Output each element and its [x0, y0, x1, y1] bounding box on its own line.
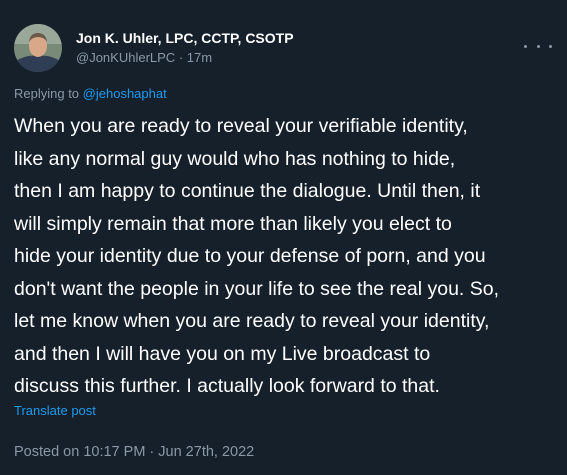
replying-to-label: Replying to: [14, 86, 80, 101]
posted-timestamp: Posted on 10:17 PM · Jun 27th, 2022: [14, 444, 255, 460]
reply-mention-link[interactable]: @jehoshaphat: [83, 86, 167, 101]
tweet-text-line: then I am happy to continue the dialogue…: [14, 180, 481, 202]
tweet-card: Jon K. Uhler, LPC, CCTP, CSOTP @JonKUhle…: [0, 0, 567, 475]
avatar[interactable]: [14, 24, 62, 72]
meta-separator: ·: [178, 50, 184, 65]
tweet-text-line: like any normal guy would who has nothin…: [14, 147, 456, 170]
more-options-button[interactable]: [524, 36, 552, 56]
tweet-text-line: let me know when you are ready to reveal…: [14, 310, 490, 332]
tweet-text-line: hide your identity due to your defense o…: [14, 245, 486, 267]
more-horizontal-icon-dot-2: [536, 44, 540, 48]
avatar-photo: [14, 24, 62, 72]
translate-post-link[interactable]: Translate post: [14, 403, 96, 418]
tweet-text-line: will simply remain that more than likely…: [14, 212, 452, 235]
author-meta: @JonKUhlerLPC · 17m: [76, 50, 212, 65]
more-horizontal-icon-dot-3: [549, 44, 552, 48]
author-handle[interactable]: @JonKUhlerLPC: [76, 50, 175, 65]
tweet-text: When you are ready to reveal your verifi…: [14, 110, 562, 403]
author-name[interactable]: Jon K. Uhler, LPC, CCTP, CSOTP: [76, 30, 294, 46]
more-horizontal-icon: [524, 44, 527, 48]
replying-to: Replying to @jehoshaphat: [14, 86, 167, 101]
post-time[interactable]: 17m: [187, 50, 212, 65]
tweet-text-line: discuss this further. I actually look fo…: [14, 375, 440, 397]
tweet-text-line: and then I will have you on my Live broa…: [14, 342, 431, 365]
tweet-text-line: When you are ready to reveal your verifi…: [14, 115, 468, 137]
tweet-text-line: don't want the people in your life to se…: [14, 277, 500, 300]
